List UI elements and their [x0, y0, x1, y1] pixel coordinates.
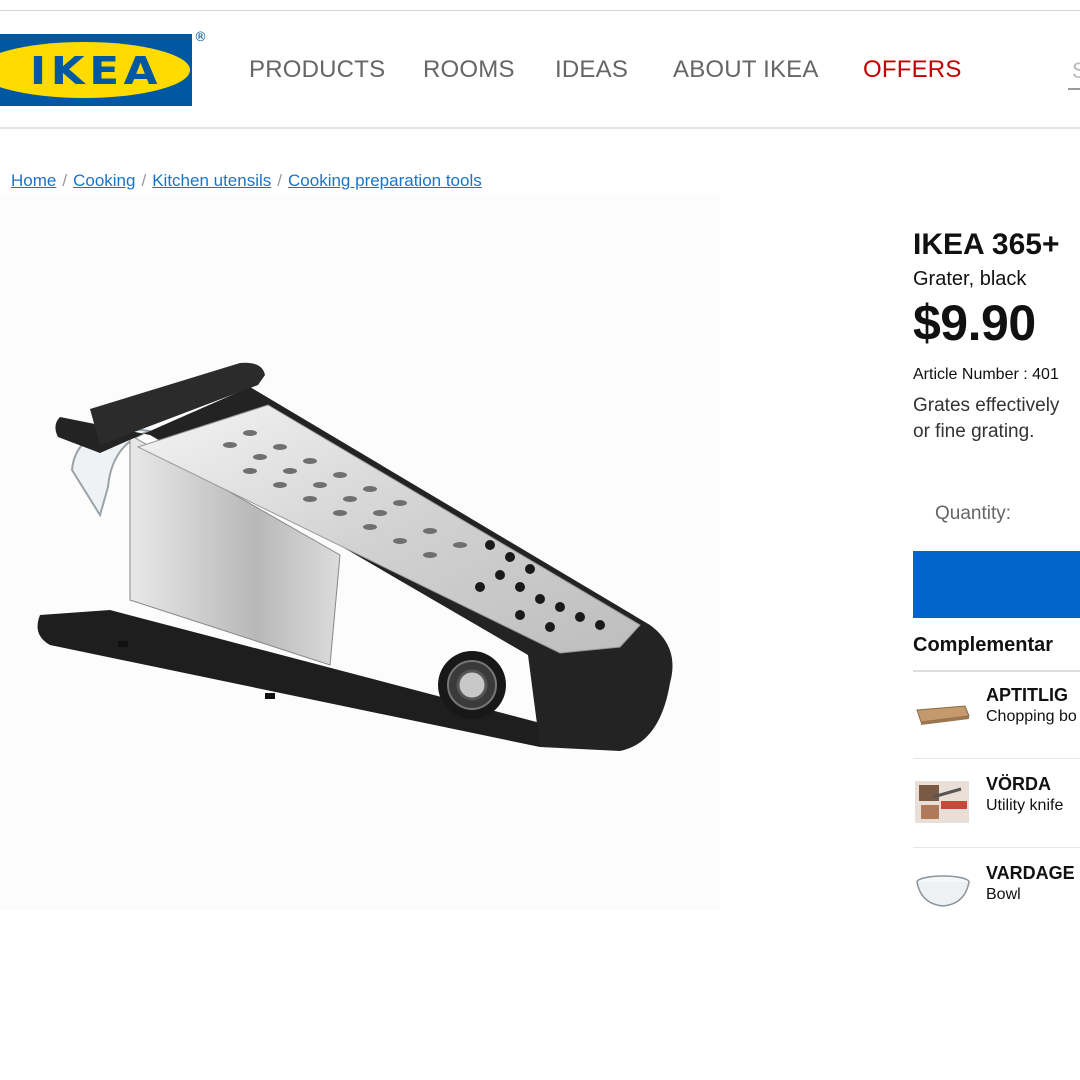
breadcrumb-separator: /	[141, 171, 147, 190]
search-input[interactable]: S	[1068, 52, 1080, 90]
ikea-logo[interactable]: IKEA	[0, 34, 192, 106]
search-placeholder: S	[1072, 58, 1080, 83]
grater-illustration	[37, 362, 673, 751]
item-divider	[913, 758, 1080, 759]
registered-mark: ®	[194, 30, 207, 45]
description-line: Grates effectively	[913, 395, 1060, 416]
item-type: Utility knife	[986, 797, 1064, 814]
complementary-item[interactable]: APTITLIG Chopping bo	[913, 685, 1080, 774]
nav-products[interactable]: PRODUCTS	[249, 56, 385, 84]
product-image[interactable]	[0, 195, 720, 910]
header-divider	[0, 127, 1080, 129]
breadcrumb-separator: /	[277, 171, 283, 190]
item-name[interactable]: VARDAGE	[986, 863, 1075, 884]
complementary-item[interactable]: VÖRDA Utility knife	[913, 774, 1080, 863]
breadcrumb-cooking[interactable]: Cooking	[73, 171, 135, 190]
item-divider	[913, 847, 1080, 848]
product-price: $9.90	[913, 295, 1036, 351]
breadcrumb-separator: /	[62, 171, 68, 190]
item-name[interactable]: APTITLIG	[986, 685, 1068, 706]
nav-rooms[interactable]: ROOMS	[423, 56, 515, 84]
item-type: Chopping bo	[986, 708, 1077, 725]
breadcrumb-cooking-preparation-tools[interactable]: Cooking preparation tools	[288, 171, 482, 190]
complementary-item[interactable]: VARDAGE Bowl	[913, 863, 1080, 952]
product-title: IKEA 365+	[913, 228, 1060, 261]
item-name[interactable]: VÖRDA	[986, 774, 1051, 795]
description-line: or fine grating.	[913, 421, 1035, 442]
add-to-cart-button[interactable]	[913, 551, 1080, 618]
product-subtitle: Grater, black	[913, 268, 1027, 290]
item-type: Bowl	[986, 886, 1021, 903]
nav-about-ikea[interactable]: ABOUT IKEA	[673, 56, 819, 84]
knife-thumb	[915, 781, 969, 823]
complementary-products-title: Complementar	[913, 634, 1054, 656]
complementary-divider	[913, 670, 1080, 672]
nav-ideas[interactable]: IDEAS	[555, 56, 628, 84]
nav-offers[interactable]: OFFERS	[863, 56, 962, 84]
article-number: Article Number : 401	[913, 366, 1059, 383]
logo-text: IKEA	[29, 49, 163, 93]
glass-bowl-thumb	[916, 875, 970, 907]
breadcrumb-home[interactable]: Home	[11, 171, 56, 190]
quantity-label: Quantity:	[935, 503, 1012, 524]
breadcrumb: Home / Cooking / Kitchen utensils / Cooking pr…	[11, 171, 482, 191]
cutting-board-thumb	[916, 705, 970, 725]
breadcrumb-kitchen-utensils[interactable]: Kitchen utensils	[152, 171, 271, 190]
product-description: Grates effectively or fine grating.	[913, 393, 1080, 445]
